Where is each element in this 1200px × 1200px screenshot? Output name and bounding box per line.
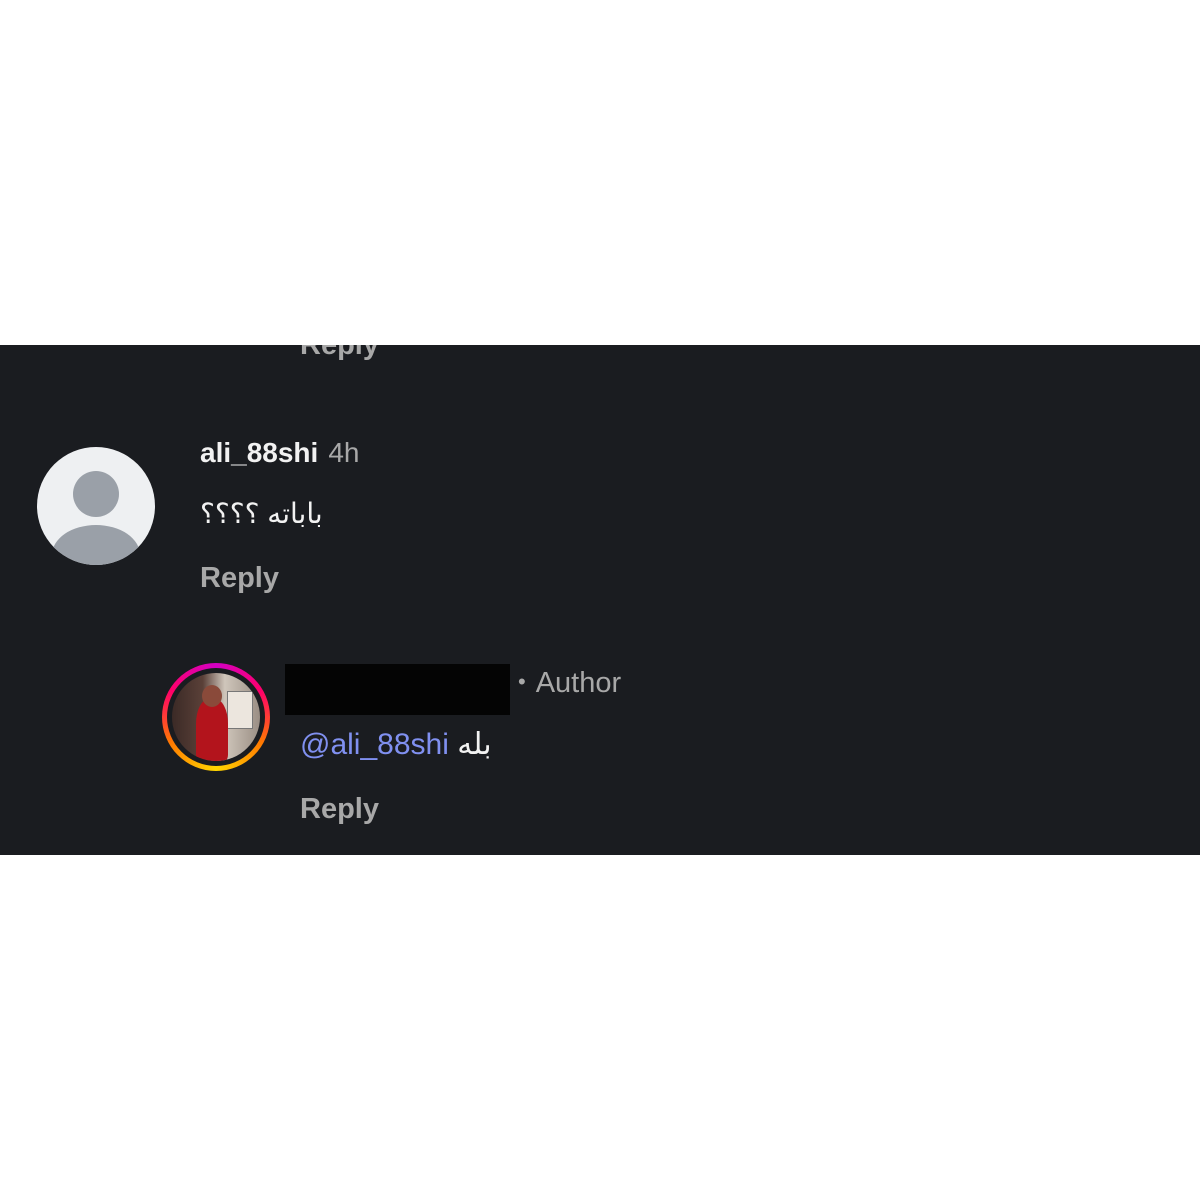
photo-box-shape <box>227 691 253 729</box>
reply-button[interactable]: Reply <box>200 562 279 595</box>
reply-button[interactable]: Reply <box>300 345 379 362</box>
author-avatar-story-ring[interactable] <box>162 663 270 771</box>
avatar-head-shape <box>73 471 119 517</box>
mention-link[interactable]: @ali_88shi <box>300 728 449 761</box>
comment-username[interactable]: ali_88shi <box>200 437 318 468</box>
photo-head-shape <box>202 685 222 707</box>
avatar-body-shape <box>52 525 140 565</box>
comment-text: باباته ؟؟؟؟ <box>200 498 323 529</box>
reply-comment-text: @ali_88shi بله <box>300 727 492 762</box>
comment-timestamp: 4h <box>328 437 360 468</box>
reply-button[interactable]: Reply <box>300 793 379 826</box>
reply-text: بله <box>457 728 492 761</box>
comment-header: ali_88shi 4h <box>200 437 359 469</box>
default-user-avatar-icon[interactable] <box>37 447 155 565</box>
author-label: Author <box>535 667 622 699</box>
author-avatar-photo <box>172 673 260 761</box>
photo-figure-shape <box>196 699 228 761</box>
redacted-username-bar <box>285 664 510 715</box>
author-badge: • Author <box>518 667 621 700</box>
comments-panel: Reply ali_88shi 4h باباته ؟؟؟؟ Reply • Aut… <box>0 345 1200 855</box>
separator-dot: • <box>518 669 526 694</box>
